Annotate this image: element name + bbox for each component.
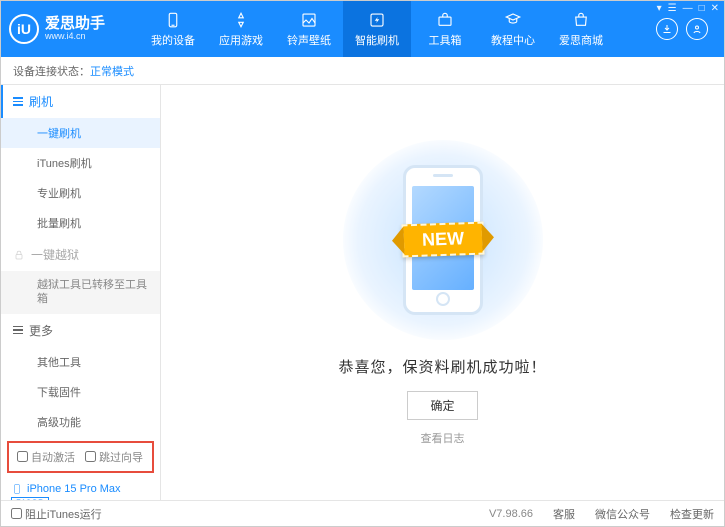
nav-ringtone-wallpaper[interactable]: 铃声壁纸 <box>275 1 343 57</box>
footer-link-update[interactable]: 检查更新 <box>670 506 714 522</box>
success-illustration: NEW <box>343 140 543 340</box>
sidebar-item-download-firmware[interactable]: 下载固件 <box>1 377 160 407</box>
sidebar-group-more[interactable]: 更多 <box>1 314 160 347</box>
tray-button[interactable]: ☰ <box>668 3 677 14</box>
lock-icon <box>13 249 25 261</box>
tutorial-icon <box>503 10 523 30</box>
app-logo: iU 爱思助手 www.i4.cn <box>9 14 139 44</box>
status-value: 正常模式 <box>90 63 134 79</box>
sidebar-item-oneclick-flash[interactable]: 一键刷机 <box>1 118 160 148</box>
new-ribbon: NEW <box>401 222 484 258</box>
flash-icon <box>367 10 387 30</box>
title-bar: iU 爱思助手 www.i4.cn 我的设备 应用游戏 铃声壁纸 智能刷机 <box>1 1 724 57</box>
app-url: www.i4.cn <box>45 32 105 42</box>
status-label: 设备连接状态： <box>13 63 90 79</box>
option-checkboxes: 自动激活 跳过向导 <box>7 441 154 473</box>
main-content: NEW 恭喜您，保资料刷机成功啦！ 确定 查看日志 <box>161 85 724 500</box>
phone-icon <box>11 483 23 495</box>
app-title: 爱思助手 <box>45 16 105 33</box>
sidebar-group-jailbreak: 一键越狱 <box>1 238 160 271</box>
user-button[interactable] <box>686 18 708 40</box>
window-controls: ▾ ☰ — □ ✕ <box>657 3 719 14</box>
menu-icon <box>13 97 23 106</box>
close-button[interactable]: ✕ <box>711 3 719 14</box>
sidebar-item-other-tools[interactable]: 其他工具 <box>1 347 160 377</box>
maximize-button[interactable]: □ <box>699 3 705 14</box>
footer: 阻止iTunes运行 V7.98.66 客服 微信公众号 检查更新 <box>1 500 724 526</box>
minimize-button[interactable]: — <box>683 3 693 14</box>
download-button[interactable] <box>656 18 678 40</box>
store-icon <box>571 10 591 30</box>
sidebar-item-pro-flash[interactable]: 专业刷机 <box>1 178 160 208</box>
nav-store[interactable]: 爱思商城 <box>547 1 615 57</box>
device-name: iPhone 15 Pro Max <box>27 483 121 495</box>
menu-icon <box>13 326 23 335</box>
sidebar-item-advanced[interactable]: 高级功能 <box>1 407 160 437</box>
sidebar-item-itunes-flash[interactable]: iTunes刷机 <box>1 148 160 178</box>
jailbreak-note: 越狱工具已转移至工具箱 <box>1 271 160 314</box>
block-itunes-checkbox[interactable]: 阻止iTunes运行 <box>11 506 102 522</box>
logo-icon: iU <box>9 14 39 44</box>
ok-button[interactable]: 确定 <box>407 391 477 420</box>
nav-smart-flash[interactable]: 智能刷机 <box>343 1 411 57</box>
device-icon <box>163 10 183 30</box>
toolbox-icon <box>435 10 455 30</box>
auto-activate-checkbox[interactable]: 自动激活 <box>17 449 75 465</box>
version-label: V7.98.66 <box>489 508 533 520</box>
nav-my-device[interactable]: 我的设备 <box>139 1 207 57</box>
apps-icon <box>231 10 251 30</box>
wallpaper-icon <box>299 10 319 30</box>
nav-apps-games[interactable]: 应用游戏 <box>207 1 275 57</box>
sidebar-item-batch-flash[interactable]: 批量刷机 <box>1 208 160 238</box>
menu-button[interactable]: ▾ <box>657 3 662 14</box>
skip-guide-checkbox[interactable]: 跳过向导 <box>85 449 143 465</box>
nav-toolbox[interactable]: 工具箱 <box>411 1 479 57</box>
view-log-link[interactable]: 查看日志 <box>421 430 465 446</box>
sidebar-group-flash[interactable]: 刷机 <box>1 85 160 118</box>
footer-link-support[interactable]: 客服 <box>553 506 575 522</box>
nav-tutorials[interactable]: 教程中心 <box>479 1 547 57</box>
device-info[interactable]: iPhone 15 Pro Max 512GB iPhone <box>1 477 160 500</box>
footer-link-wechat[interactable]: 微信公众号 <box>595 506 650 522</box>
top-nav: 我的设备 应用游戏 铃声壁纸 智能刷机 工具箱 教程中心 <box>139 1 656 57</box>
sidebar: 刷机 一键刷机 iTunes刷机 专业刷机 批量刷机 一键越狱 越狱工具已转移至… <box>1 85 161 500</box>
success-message: 恭喜您，保资料刷机成功啦！ <box>338 356 546 377</box>
status-bar: 设备连接状态： 正常模式 <box>1 57 724 85</box>
